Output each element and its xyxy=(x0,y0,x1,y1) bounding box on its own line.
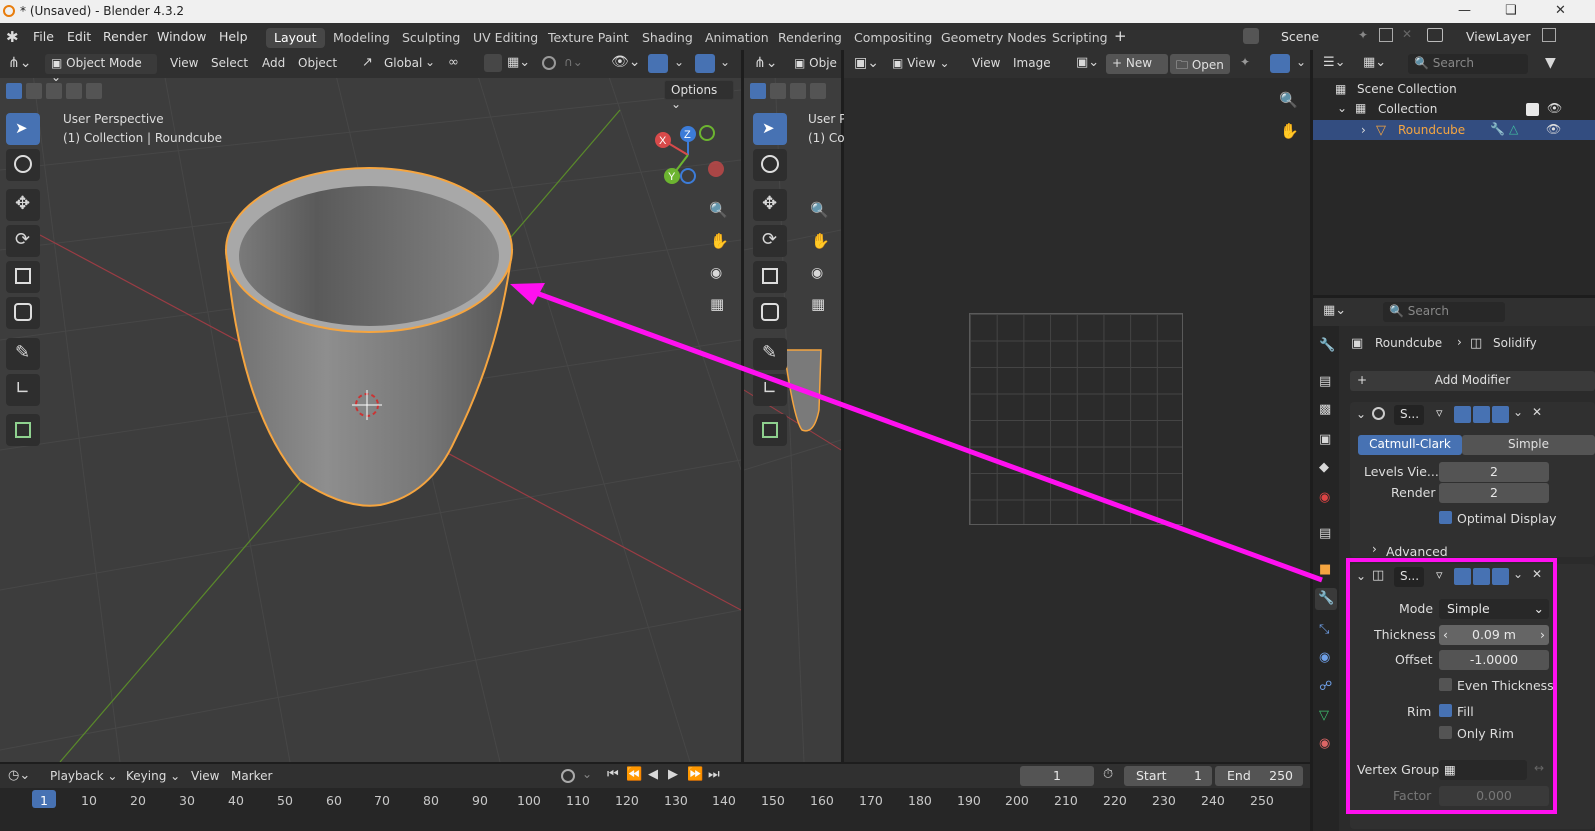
annotation-arrow-line xyxy=(527,287,1323,583)
annotation-highlight-box xyxy=(1346,558,1557,814)
annotation-overlay xyxy=(510,283,1557,814)
